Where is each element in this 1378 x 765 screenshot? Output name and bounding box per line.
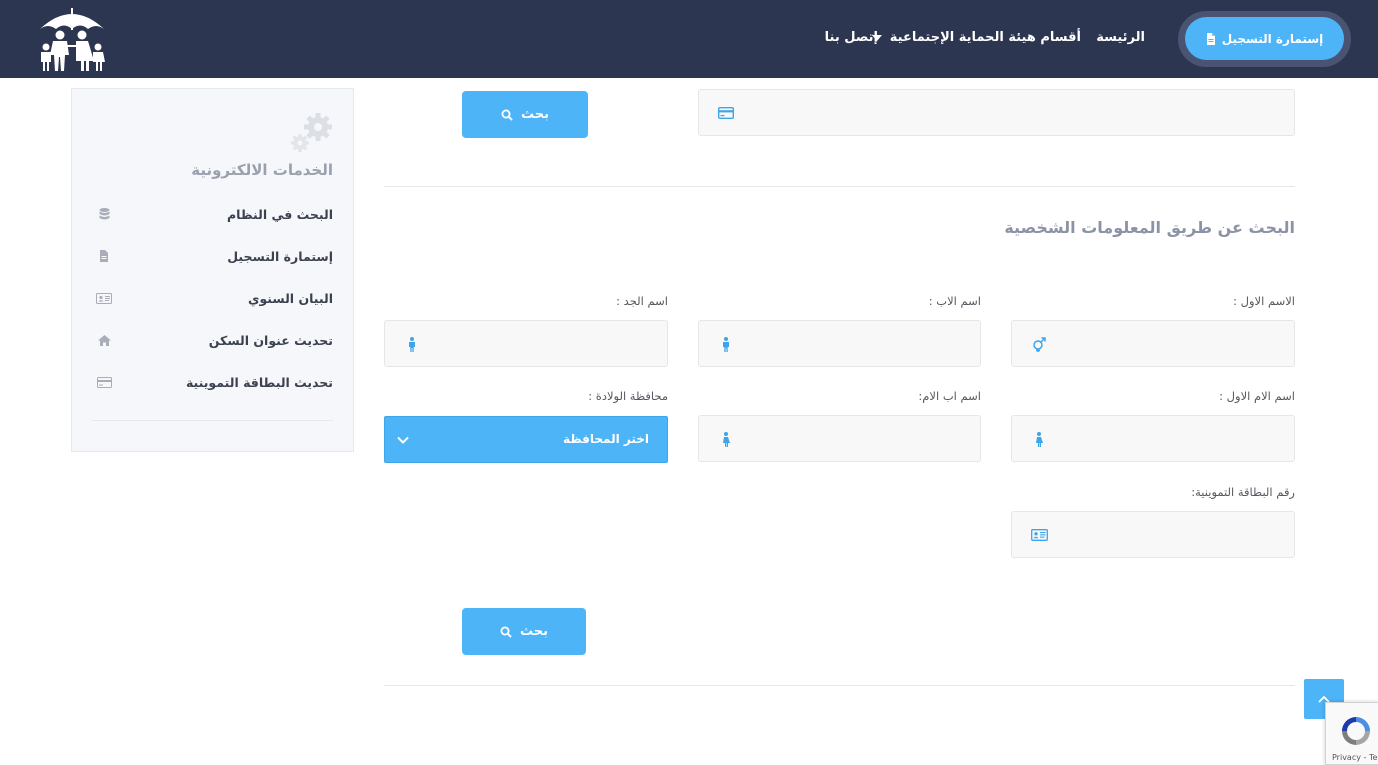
nav-link-contact[interactable]: إتصل بنا	[825, 30, 878, 45]
mother-first-name-input[interactable]	[1012, 416, 1294, 461]
search-button-label: بحث	[520, 624, 549, 639]
section-divider	[384, 186, 1295, 187]
nav-link-departments-label: أقسام هيئة الحماية الإجتماعية	[889, 30, 1081, 45]
top-search-button[interactable]: بحث	[462, 91, 588, 138]
father-name-field[interactable]	[698, 320, 981, 367]
birth-province-select[interactable]: اختر المحافظة	[384, 416, 668, 463]
sidebar-item-label: إستمارة التسجيل	[227, 248, 333, 264]
id-card-icon	[96, 290, 112, 306]
father-name-label: اسم الاب :	[928, 294, 981, 308]
ration-card-label: رقم البطاقة التموينية:	[1191, 485, 1295, 499]
nav-link-departments[interactable]: أقسام هيئة الحماية الإجتماعية	[871, 30, 1081, 45]
recaptcha-footer-text[interactable]: Privacy - Terms	[1332, 753, 1378, 762]
search-icon	[501, 109, 513, 121]
top-navbar: إستمارة التسجيل الرئيسة أقسام هيئة الحما…	[0, 0, 1378, 78]
file-icon	[96, 248, 112, 264]
sidebar-item-update-ration-card[interactable]: تحديث البطاقة التموينية	[92, 370, 333, 394]
personal-search-title: البحث عن طريق المعلومات الشخصية	[1004, 218, 1295, 237]
register-form-button-label: إستمارة التسجيل	[1221, 31, 1324, 46]
nav-link-home[interactable]: الرئيسة	[1096, 30, 1145, 45]
sidebar-item-search-system[interactable]: البحث في النظام	[92, 202, 333, 226]
section-divider-bottom	[384, 685, 1295, 686]
id-card-icon	[1030, 526, 1048, 544]
card-number-input[interactable]	[699, 90, 1294, 135]
first-name-field[interactable]	[1011, 320, 1295, 367]
sidebar-divider	[92, 420, 333, 421]
search-icon	[500, 626, 512, 638]
birth-province-selected: اختر المحافظة	[563, 432, 649, 446]
first-name-label: الاسم الاول :	[1233, 294, 1295, 308]
personal-search-button[interactable]: بحث	[462, 608, 586, 655]
mother-father-name-label: اسم اب الام:	[918, 389, 981, 403]
database-icon	[96, 206, 112, 222]
recaptcha-icon	[1342, 717, 1370, 745]
sidebar-item-label: البيان السنوي	[248, 290, 333, 306]
search-button-label: بحث	[521, 107, 550, 122]
file-icon	[1206, 32, 1215, 45]
register-form-button[interactable]: إستمارة التسجيل	[1185, 17, 1344, 60]
first-name-input[interactable]	[1012, 321, 1294, 366]
sidebar-item-update-address[interactable]: تحديث عنوان السكن	[92, 328, 333, 352]
sidebar-item-label: تحديث البطاقة التموينية	[185, 374, 333, 390]
grandfather-name-label: اسم الجد :	[616, 294, 668, 308]
male-person-icon	[403, 335, 421, 353]
female-person-icon	[717, 430, 735, 448]
mother-first-name-field[interactable]	[1011, 415, 1295, 462]
sidebar-title: الخدمات الالكترونية	[191, 161, 333, 179]
gears-icon	[291, 113, 332, 152]
father-name-input[interactable]	[699, 321, 980, 366]
ration-card-input[interactable]	[1012, 512, 1294, 557]
sidebar-item-register-form[interactable]: إستمارة التسجيل	[92, 244, 333, 268]
card-number-field[interactable]	[698, 89, 1295, 136]
recaptcha-badge[interactable]: Privacy - Terms	[1325, 702, 1378, 765]
female-person-icon	[1030, 430, 1048, 448]
mother-father-name-input[interactable]	[699, 416, 980, 461]
sidebar-item-annual-statement[interactable]: البيان السنوي	[92, 286, 333, 310]
family-umbrella-logo[interactable]	[36, 5, 108, 73]
eservices-sidebar: الخدمات الالكترونية البحث في النظام إستم…	[71, 88, 354, 452]
sidebar-item-label: تحديث عنوان السكن	[208, 332, 333, 348]
gender-icon	[1030, 335, 1048, 353]
ration-card-field[interactable]	[1011, 511, 1295, 558]
grandfather-name-field[interactable]	[384, 320, 668, 367]
credit-card-icon	[717, 104, 735, 122]
chevron-down-icon	[397, 436, 409, 444]
credit-card-icon	[96, 374, 112, 390]
mother-first-name-label: اسم الام الاول :	[1219, 389, 1295, 403]
sidebar-item-label: البحث في النظام	[227, 206, 333, 222]
grandfather-name-input[interactable]	[385, 321, 667, 366]
mother-father-name-field[interactable]	[698, 415, 981, 462]
birth-province-label: محافظة الولادة :	[588, 389, 668, 403]
male-person-icon	[717, 335, 735, 353]
home-icon	[96, 332, 112, 348]
